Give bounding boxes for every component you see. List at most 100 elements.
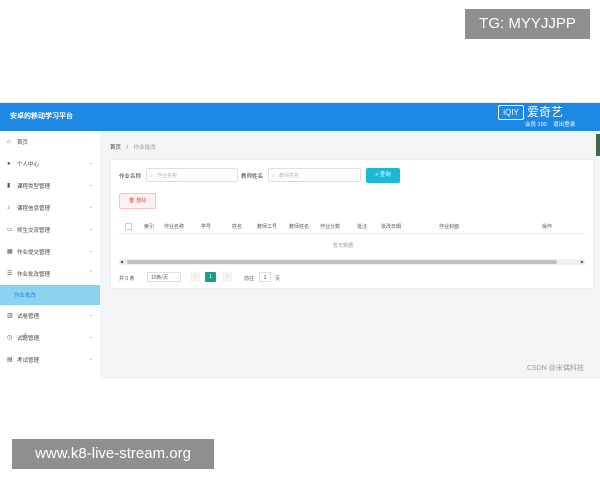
homework-name-placeholder: 作业名称 [157, 173, 178, 179]
sidebar-item-home[interactable]: ⌂ 首页 [0, 131, 100, 153]
csdn-watermark: CSDN @米偶科技 [527, 365, 584, 372]
top-header-bar: 安卓的移动学习平台 iQIY 爱奇艺 会员 100 退出登录 [0, 103, 600, 131]
column-header: 操作 [542, 224, 553, 230]
sidebar-item-homework-submit[interactable]: ▦ 作业提交管理 ⌄ [0, 241, 100, 263]
tg-overlay-label: TG: MYYJJPP [465, 9, 590, 39]
goto-page-input[interactable]: 1 [259, 272, 271, 282]
teacher-name-placeholder: 教师姓名 [279, 173, 300, 179]
main-content: 首页 / 作业批改 作业名称 ⌕ 作业名称 教师姓名 ⌕ 教师姓名 ⌕ 查询 🗑… [100, 131, 600, 379]
grid-icon: ▦ [7, 249, 13, 255]
prev-page-button[interactable]: ‹ [190, 272, 200, 282]
mouse-pointer-icon: ☝ [22, 331, 27, 340]
doc-icon: ▤ [7, 357, 13, 363]
sidebar-item-course-type[interactable]: ▮ 课程类型管理 ⌄ [0, 175, 100, 197]
delete-button[interactable]: 🗑 删除 [119, 193, 156, 209]
microphone-icon: ♪ [7, 205, 10, 211]
page-suffix-label: 页 [275, 276, 281, 282]
sidebar-item-label: 作业批改 [14, 293, 37, 299]
sidebar-item-label: 课程类型管理 [17, 184, 51, 190]
list-icon: ☰ [7, 271, 13, 277]
edge-accent-bar [596, 134, 600, 156]
user-icon: ● [7, 161, 11, 167]
breadcrumb-separator: / [126, 145, 129, 151]
chevron-down-icon: ⌄ [88, 182, 93, 188]
chevron-down-icon: ⌄ [88, 160, 93, 166]
column-header: 教师姓名 [289, 224, 310, 230]
sidebar-item-label: 作业提交管理 [17, 250, 51, 256]
logout-link[interactable]: 退出登录 [553, 122, 575, 128]
column-header: 索引 [144, 224, 155, 230]
next-page-button[interactable]: › [222, 272, 232, 282]
sidebar-item-paper[interactable]: ▥ 试卷管理 ⌄ [0, 305, 100, 327]
sidebar-item-label: 首页 [17, 140, 29, 146]
sidebar-item-exam[interactable]: ▤ 考试管理 ⌄ [0, 349, 100, 371]
scrollbar-thumb[interactable] [127, 260, 557, 264]
column-header: 作业封面 [439, 224, 460, 230]
chevron-down-icon: ⌄ [88, 204, 93, 210]
vip-badge: 会员 100 [525, 122, 547, 128]
search-button-label: 查询 [379, 172, 391, 178]
table-header: 索引 作业名称 学号 姓名 教师工号 教师姓名 作业分数 批注 批改日期 作业封… [119, 218, 585, 234]
breadcrumb-home[interactable]: 首页 [110, 145, 121, 151]
breadcrumb: 首页 / 作业批改 [110, 143, 156, 151]
sidebar-item-label: 个人中心 [17, 162, 40, 168]
homework-name-label: 作业名称 [119, 174, 142, 180]
sidebar-item-course-info[interactable]: ♪ 课程信息管理 ⌄ [0, 197, 100, 219]
folder-icon: ▭ [7, 227, 13, 233]
chevron-down-icon: ⌄ [88, 334, 93, 340]
sidebar-item-personal-center[interactable]: ● 个人中心 ⌄ [0, 153, 100, 175]
sidebar-item-communication[interactable]: ▭ 师生交流管理 ⌄ [0, 219, 100, 241]
delete-button-label: 删除 [136, 198, 147, 204]
app-title: 安卓的移动学习平台 [10, 113, 73, 120]
chevron-down-icon: ⌄ [174, 275, 178, 280]
brand-area: iQIY 爱奇艺 会员 100 退出登录 [498, 105, 592, 129]
select-all-checkbox[interactable] [125, 223, 132, 230]
home-icon: ⌂ [7, 139, 11, 145]
chart-icon: ▮ [7, 183, 11, 189]
scroll-right-icon[interactable]: ▶ [581, 259, 584, 265]
column-header: 姓名 [232, 224, 243, 230]
pagination-total: 共 0 条 [119, 276, 135, 282]
teacher-name-label: 教师姓名 [241, 174, 264, 180]
sidebar-subitem-homework-grading[interactable]: 作业批改 [0, 285, 100, 305]
column-header: 教师工号 [257, 224, 278, 230]
search-icon: ⌕ [150, 173, 153, 179]
chevron-down-icon: ⌄ [88, 356, 93, 362]
brand-name: 爱奇艺 [527, 105, 564, 119]
column-header: 批注 [357, 224, 368, 230]
horizontal-scrollbar[interactable]: ◀ ▶ [119, 259, 585, 265]
chevron-up-icon: ⌃ [88, 270, 93, 276]
sidebar-item-label: 课程信息管理 [17, 206, 51, 212]
page-size-value: 10条/页 [151, 275, 168, 281]
barcode-icon: ▥ [7, 313, 13, 319]
homework-name-input[interactable]: ⌕ 作业名称 [146, 168, 238, 182]
app-window: 安卓的移动学习平台 iQIY 爱奇艺 会员 100 退出登录 ⌂ 首页 ● 个人… [0, 102, 600, 379]
column-header: 作业名称 [164, 224, 185, 230]
column-header: 学号 [201, 224, 212, 230]
sidebar-item-label: 考试管理 [17, 358, 40, 364]
chevron-down-icon: ⌄ [88, 312, 93, 318]
sidebar-item-label: 作业批改管理 [17, 272, 51, 278]
sidebar-item-questions[interactable]: ◷ 试题管理 ⌄ [0, 327, 100, 349]
sidebar-item-label: 试卷管理 [17, 314, 40, 320]
column-header: 批改日期 [381, 224, 402, 230]
content-card: 作业名称 ⌕ 作业名称 教师姓名 ⌕ 教师姓名 ⌕ 查询 🗑 删除 索引 作业名… [110, 159, 594, 289]
search-icon: ⌕ [272, 173, 275, 179]
sidebar: ⌂ 首页 ● 个人中心 ⌄ ▮ 课程类型管理 ⌄ ♪ 课程信息管理 ⌄ ▭ 师生… [0, 131, 101, 379]
sidebar-item-label: 试题管理 [17, 336, 40, 342]
breadcrumb-current: 作业批改 [133, 145, 156, 151]
table-empty-text: 暂无数据 [333, 243, 354, 249]
page-size-select[interactable]: 10条/页 ⌄ [147, 272, 181, 282]
search-button[interactable]: ⌕ 查询 [366, 168, 400, 183]
current-page-button[interactable]: 1 [205, 272, 216, 282]
chevron-down-icon: ⌄ [88, 226, 93, 232]
sidebar-item-label: 师生交流管理 [17, 228, 51, 234]
chevron-down-icon: ⌄ [88, 248, 93, 254]
sidebar-item-homework-grading[interactable]: ☰ 作业批改管理 ⌃ [0, 263, 100, 285]
clock-icon: ◷ [7, 335, 13, 341]
teacher-name-input[interactable]: ⌕ 教师姓名 [268, 168, 361, 182]
goto-label: 前往 [244, 276, 255, 282]
iqiyi-logo-icon: iQIY [498, 105, 524, 120]
site-overlay-label: www.k8-live-stream.org [12, 439, 214, 469]
scroll-left-icon[interactable]: ◀ [120, 259, 123, 265]
